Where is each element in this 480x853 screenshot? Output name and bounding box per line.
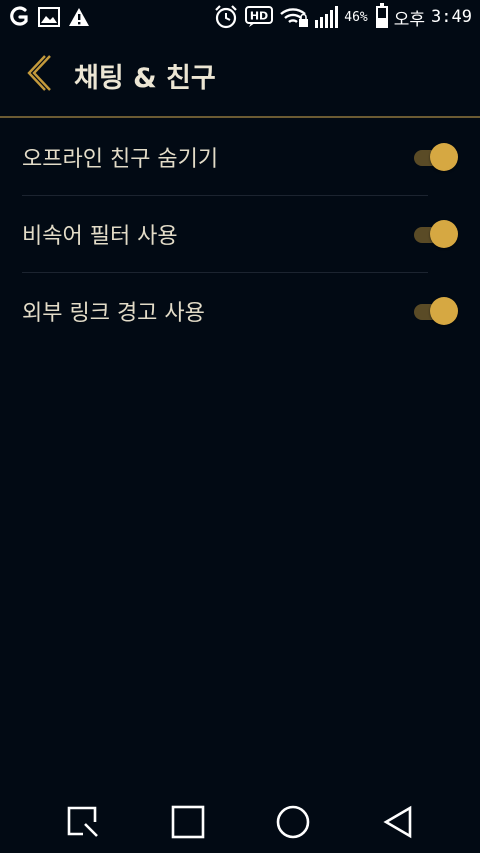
home-button[interactable] bbox=[269, 800, 317, 848]
chevron-left-icon bbox=[23, 53, 53, 97]
signal-icon bbox=[315, 6, 339, 28]
setting-profanity-filter[interactable]: 비속어 필터 사용 bbox=[0, 195, 480, 272]
status-ampm: 오후 bbox=[393, 9, 426, 30]
quick-memo-button[interactable] bbox=[59, 800, 107, 848]
profanity-filter-toggle[interactable] bbox=[414, 219, 458, 248]
hd-label: HD bbox=[250, 10, 268, 23]
setting-external-link-warning[interactable]: 외부 링크 경고 사용 bbox=[0, 272, 480, 349]
setting-label: 비속어 필터 사용 bbox=[22, 223, 178, 249]
setting-label: 오프라인 친구 숨기기 bbox=[22, 146, 219, 172]
hd-voice-icon: HD bbox=[245, 6, 274, 28]
recent-apps-button[interactable] bbox=[164, 800, 212, 848]
toggle-thumb[interactable] bbox=[430, 219, 458, 248]
status-time: 3:49 bbox=[431, 7, 472, 27]
toggle-thumb[interactable] bbox=[430, 296, 458, 325]
gallery-icon bbox=[38, 7, 60, 27]
hide-offline-friends-toggle[interactable] bbox=[414, 142, 458, 171]
status-bar: HD 46% 오후 3:49 bbox=[0, 0, 480, 34]
battery-fill bbox=[377, 17, 386, 26]
page-title: 채팅 & 친구 bbox=[74, 62, 216, 94]
warning-icon bbox=[68, 7, 90, 27]
alarm-icon bbox=[213, 5, 239, 29]
external-link-warning-toggle[interactable] bbox=[414, 296, 458, 325]
back-icon bbox=[381, 805, 415, 843]
carrier-logo-icon bbox=[8, 6, 30, 28]
header: 채팅 & 친구 bbox=[0, 34, 480, 118]
status-left bbox=[8, 6, 90, 28]
screen: HD 46% 오후 3:49 채팅 & 친구 오프라인 친구 숨기기 비속어 필… bbox=[0, 0, 480, 853]
toggle-thumb[interactable] bbox=[430, 142, 458, 171]
back-button[interactable] bbox=[18, 55, 58, 95]
home-icon bbox=[275, 804, 311, 844]
recent-apps-icon bbox=[171, 805, 205, 843]
setting-hide-offline-friends[interactable]: 오프라인 친구 숨기기 bbox=[0, 118, 480, 195]
battery-percent: 46% bbox=[344, 9, 368, 25]
nav-bar bbox=[0, 795, 480, 853]
settings-list: 오프라인 친구 숨기기 비속어 필터 사용 외부 링크 경고 사용 bbox=[0, 118, 480, 349]
setting-label: 외부 링크 경고 사용 bbox=[22, 300, 205, 326]
quick-memo-icon bbox=[66, 805, 100, 843]
wifi-icon bbox=[279, 6, 309, 28]
status-right: HD 46% 오후 3:49 bbox=[213, 3, 472, 30]
back-nav-button[interactable] bbox=[374, 800, 422, 848]
battery-icon bbox=[375, 3, 388, 28]
